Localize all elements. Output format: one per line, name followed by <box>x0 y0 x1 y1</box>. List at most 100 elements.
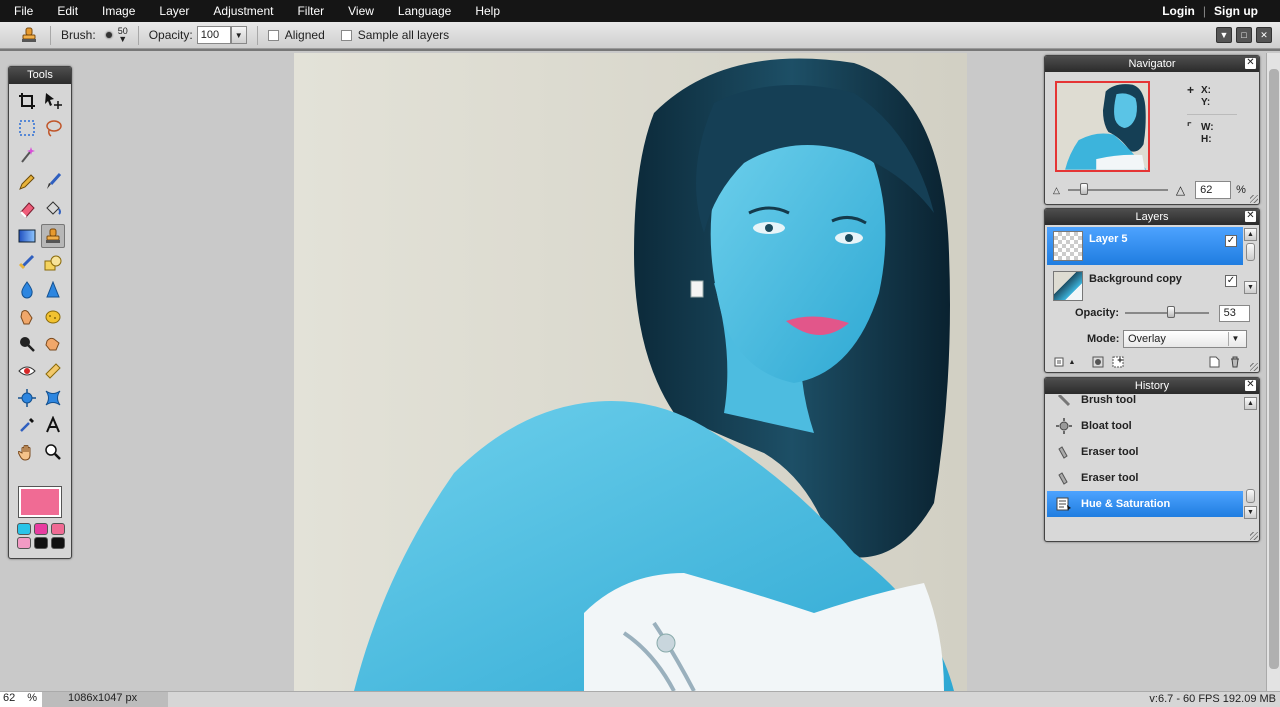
blur-tool[interactable] <box>15 278 39 302</box>
layer-mask-icon[interactable] <box>1091 355 1105 369</box>
type-tool[interactable] <box>41 413 65 437</box>
marquee-tool[interactable] <box>15 116 39 140</box>
menu-layer[interactable]: Layer <box>147 0 201 22</box>
color-swatch[interactable] <box>51 537 65 549</box>
menu-image[interactable]: Image <box>90 0 147 22</box>
scroll-up-icon[interactable]: ▲ <box>1244 397 1257 410</box>
spot-heal-tool[interactable] <box>41 359 65 383</box>
new-layer-icon[interactable] <box>1207 355 1221 369</box>
login-link[interactable]: Login <box>1162 4 1195 18</box>
history-title[interactable]: History ✕ <box>1045 378 1259 394</box>
zoom-slider-knob[interactable] <box>1079 183 1088 195</box>
paint-bucket-tool[interactable] <box>41 197 65 221</box>
chevron-up-icon[interactable]: ▲ <box>1065 355 1079 369</box>
brush-tool[interactable] <box>41 170 65 194</box>
eraser-tool[interactable] <box>15 197 39 221</box>
move-tool[interactable] <box>41 89 65 113</box>
brush-preview-icon[interactable] <box>105 32 112 38</box>
menu-view[interactable]: View <box>336 0 386 22</box>
lasso-tool[interactable] <box>41 116 65 140</box>
zoom-slider[interactable] <box>1067 183 1168 195</box>
color-swatch[interactable] <box>51 523 65 535</box>
bloat-tool[interactable] <box>15 386 39 410</box>
burn-tool[interactable] <box>41 332 65 356</box>
layer-opacity-slider[interactable] <box>1125 306 1209 318</box>
pencil-tool[interactable] <box>15 170 39 194</box>
close-window-button[interactable]: ✕ <box>1256 27 1272 43</box>
history-close-button[interactable]: ✕ <box>1245 380 1256 391</box>
layer-row[interactable]: Layer 5 ✓ <box>1047 227 1243 265</box>
layer-visibility-checkbox[interactable]: ✓ <box>1225 235 1237 247</box>
red-eye-tool[interactable] <box>15 359 39 383</box>
sample-all-layers-checkbox[interactable] <box>340 29 352 41</box>
scroll-up-icon[interactable]: ▲ <box>1244 228 1257 241</box>
menu-language[interactable]: Language <box>386 0 463 22</box>
sponge-tool[interactable] <box>41 305 65 329</box>
hand-tool[interactable] <box>15 440 39 464</box>
layer-opacity-input[interactable]: 53 <box>1218 304 1250 322</box>
navigator-close-button[interactable]: ✕ <box>1245 58 1256 69</box>
smudge-tool[interactable] <box>15 305 39 329</box>
layer-styles-icon[interactable] <box>1111 355 1125 369</box>
trash-icon[interactable] <box>1228 355 1242 369</box>
layer-visibility-checkbox[interactable]: ✓ <box>1225 275 1237 287</box>
tools-panel-title[interactable]: Tools <box>9 67 71 84</box>
magic-wand-tool[interactable] <box>15 143 39 167</box>
blend-mode-select[interactable]: Overlay ▼ <box>1123 330 1247 348</box>
status-zoom[interactable]: 62 % <box>0 692 42 707</box>
menu-file[interactable]: File <box>0 0 45 22</box>
color-swatch[interactable] <box>34 537 48 549</box>
navigator-preview[interactable] <box>1055 81 1150 172</box>
gradient-tool[interactable] <box>15 224 39 248</box>
layers-title[interactable]: Layers ✕ <box>1045 209 1259 225</box>
navigator-title[interactable]: Navigator ✕ <box>1045 56 1259 72</box>
foreground-color-swatch[interactable] <box>18 486 62 518</box>
clone-stamp-tool[interactable] <box>41 224 65 248</box>
color-swatch[interactable] <box>17 537 31 549</box>
scrollbar-thumb[interactable] <box>1269 69 1279 669</box>
zoom-tool[interactable] <box>41 440 65 464</box>
layer-opacity-knob[interactable] <box>1167 306 1175 318</box>
resize-grip-icon[interactable] <box>1250 363 1258 371</box>
zoom-out-icon[interactable]: △ <box>1053 185 1060 196</box>
opacity-dropdown-button[interactable]: ▼ <box>230 26 247 44</box>
history-item[interactable]: Bloat tool <box>1047 413 1243 439</box>
image-canvas[interactable] <box>294 53 967 691</box>
history-item[interactable]: Hue & Saturation <box>1047 491 1243 517</box>
layer-row[interactable]: Background copy ✓ <box>1047 267 1243 305</box>
resize-grip-icon[interactable] <box>1250 195 1258 203</box>
scroll-down-icon[interactable]: ▼ <box>1244 506 1257 519</box>
minimize-button[interactable]: ▼ <box>1216 27 1232 43</box>
history-item[interactable]: Eraser tool <box>1047 465 1243 491</box>
dodge-tool[interactable] <box>15 332 39 356</box>
menu-help[interactable]: Help <box>463 0 512 22</box>
crop-tool[interactable] <box>15 89 39 113</box>
color-replace-tool[interactable] <box>15 251 39 275</box>
maximize-button[interactable]: □ <box>1236 27 1252 43</box>
zoom-input[interactable]: 62 <box>1195 181 1232 199</box>
color-picker-tool[interactable] <box>15 413 39 437</box>
canvas-vertical-scrollbar[interactable] <box>1266 53 1280 691</box>
opacity-input[interactable]: 100 <box>196 26 231 44</box>
sharpen-tool[interactable] <box>41 278 65 302</box>
layers-close-button[interactable]: ✕ <box>1245 211 1256 222</box>
resize-grip-icon[interactable] <box>1250 532 1258 540</box>
color-swatch[interactable] <box>17 523 31 535</box>
color-swatch[interactable] <box>34 523 48 535</box>
scrollbar-thumb[interactable] <box>1246 489 1255 503</box>
layers-scrollbar[interactable]: ▲ ▼ <box>1244 228 1257 298</box>
zoom-in-icon[interactable]: △ <box>1176 183 1185 197</box>
brush-size-picker[interactable]: 50 ▼ <box>118 27 128 44</box>
scroll-down-icon[interactable]: ▼ <box>1244 281 1257 294</box>
scrollbar-track[interactable] <box>1244 241 1257 281</box>
menu-edit[interactable]: Edit <box>45 0 90 22</box>
pinch-tool[interactable] <box>41 386 65 410</box>
menu-filter[interactable]: Filter <box>285 0 336 22</box>
menu-adjustment[interactable]: Adjustment <box>201 0 285 22</box>
scrollbar-thumb[interactable] <box>1246 243 1255 261</box>
signup-link[interactable]: Sign up <box>1214 4 1280 18</box>
history-scrollbar[interactable]: ▲ ▼ <box>1244 397 1257 519</box>
aligned-checkbox[interactable] <box>267 29 279 41</box>
drawing-tool[interactable] <box>41 251 65 275</box>
history-item[interactable]: Brush tool <box>1047 395 1243 413</box>
